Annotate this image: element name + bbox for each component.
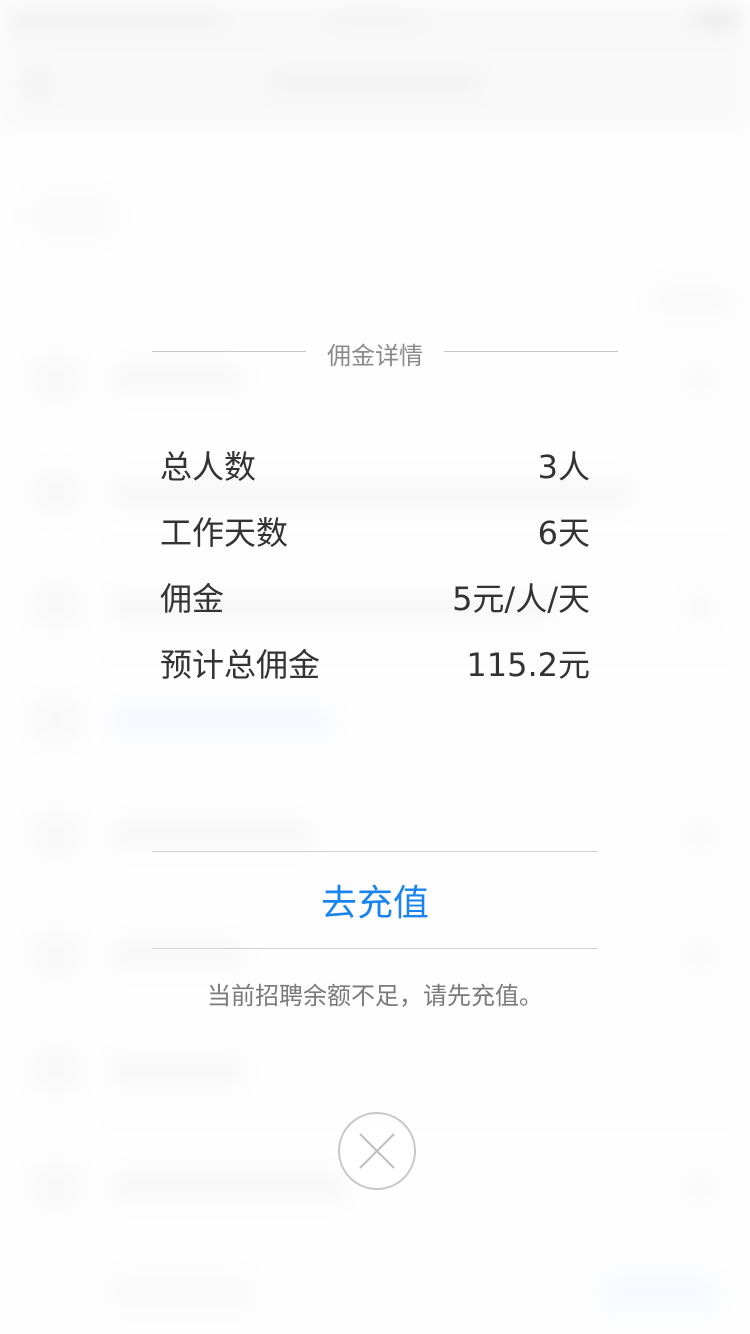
detail-value: 5元/人/天: [452, 580, 590, 618]
detail-row-estimated-total: 预计总佣金 115.2元: [160, 632, 590, 698]
detail-label: 佣金: [160, 580, 225, 618]
header-divider-right: [444, 351, 618, 352]
detail-value: 115.2元: [466, 646, 590, 684]
divider-bottom: [152, 948, 598, 949]
detail-row-commission: 佣金 5元/人/天: [160, 566, 590, 632]
detail-label: 预计总佣金: [160, 646, 321, 684]
detail-label: 工作天数: [160, 514, 289, 552]
detail-value: 3人: [537, 448, 590, 486]
commission-detail-list: 总人数 3人 工作天数 6天 佣金 5元/人/天 预计总佣金 115.2元: [160, 434, 590, 698]
header-divider-left: [152, 351, 306, 352]
detail-row-work-days: 工作天数 6天: [160, 500, 590, 566]
recharge-button[interactable]: 去充值: [152, 852, 598, 948]
detail-row-total-people: 总人数 3人: [160, 434, 590, 500]
dialog-header: 佣金详情: [152, 330, 618, 374]
close-button[interactable]: [338, 1112, 416, 1190]
detail-label: 总人数: [160, 448, 257, 486]
close-icon: [359, 1133, 395, 1169]
insufficient-balance-notice: 当前招聘余额不足，请先充值。: [207, 982, 543, 1010]
detail-value: 6天: [537, 514, 590, 552]
dialog-title: 佣金详情: [327, 342, 423, 370]
